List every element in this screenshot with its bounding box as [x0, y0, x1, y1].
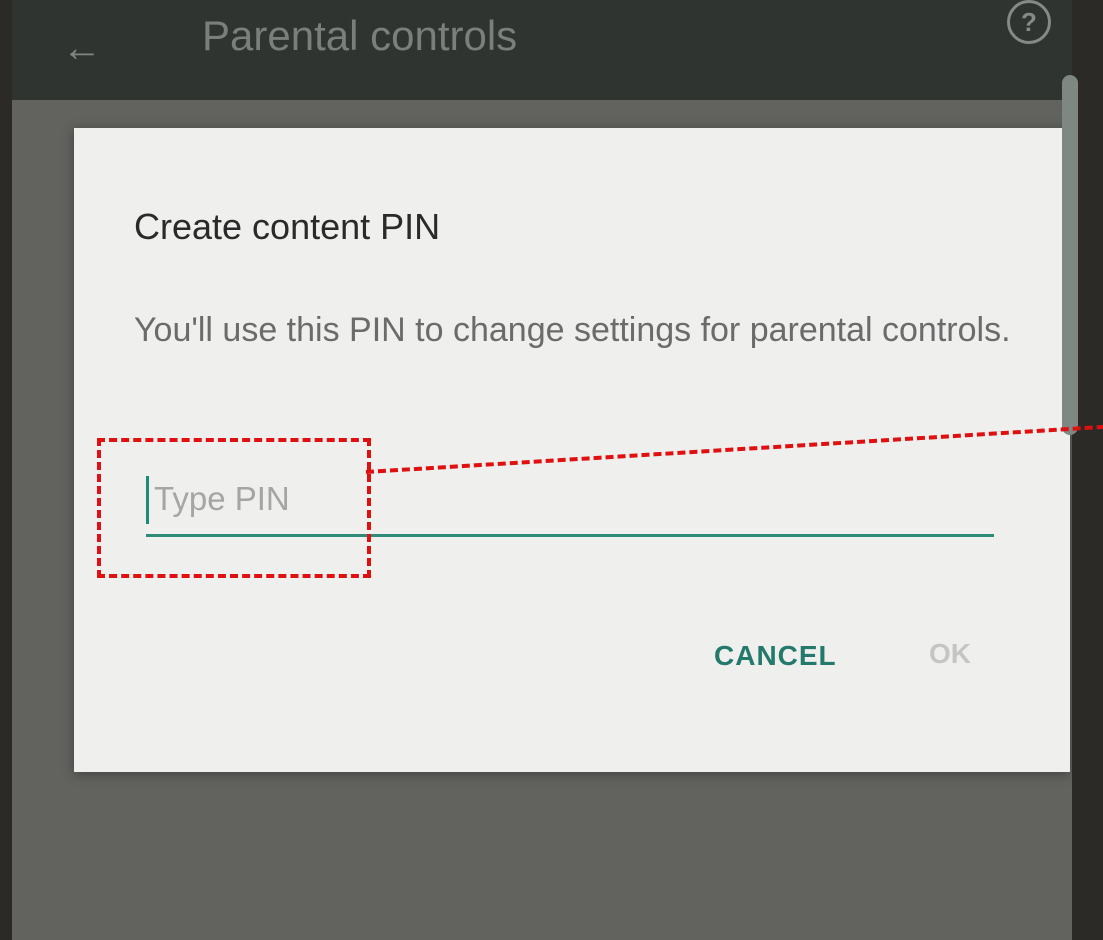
scrollbar[interactable] [1062, 75, 1078, 435]
annotation-highlight-box [97, 438, 371, 578]
ok-button[interactable]: OK [929, 638, 971, 670]
page-title: Parental controls [202, 12, 518, 59]
cancel-button[interactable]: CANCEL [714, 640, 837, 672]
app-bar: ← Parental controls ? [12, 0, 1072, 100]
dialog-title: Create content PIN [134, 206, 441, 247]
arrow-left-icon[interactable]: ← [62, 28, 112, 68]
help-icon[interactable]: ? [1007, 0, 1051, 44]
dialog-message: You'll use this PIN to change settings f… [134, 311, 1011, 349]
